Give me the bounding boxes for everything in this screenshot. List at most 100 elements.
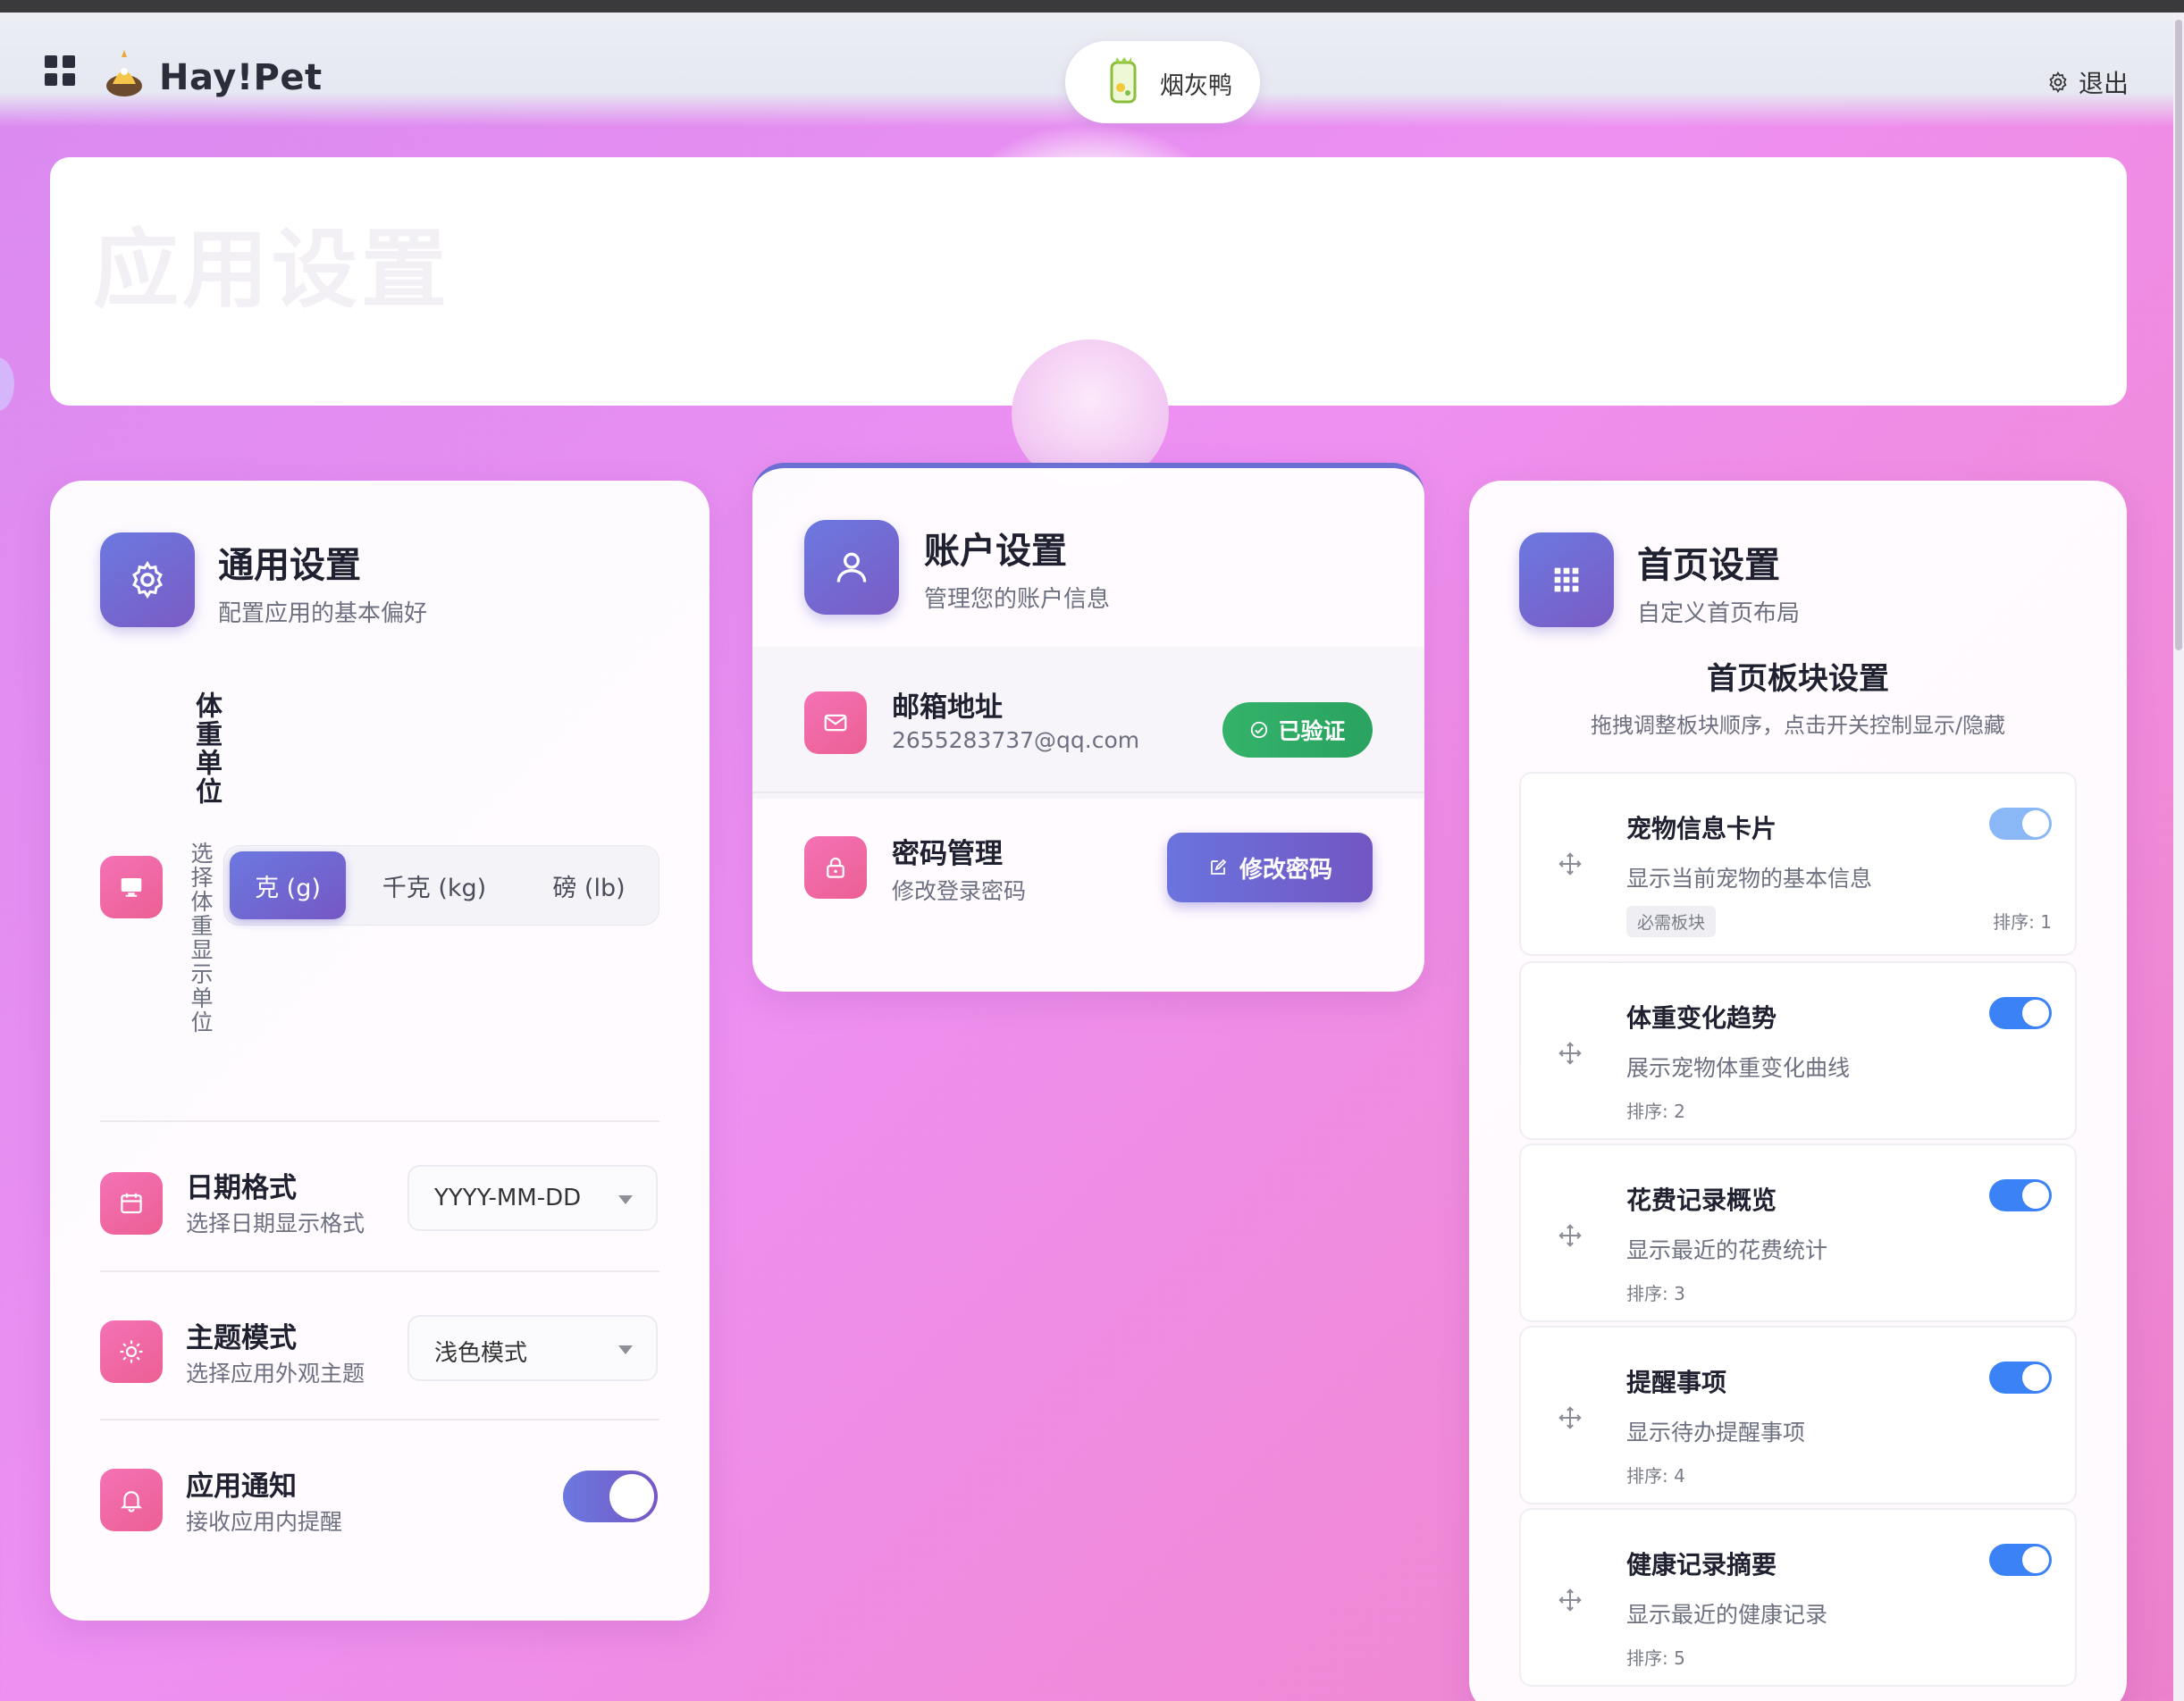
block-visibility-toggle[interactable]	[1989, 1544, 2052, 1576]
block-order: 排序: 5	[1626, 1647, 1685, 1669]
home-block-item[interactable]: 花费记录概览 显示最近的花费统计 排序: 3	[1519, 1144, 2077, 1322]
calendar-icon	[100, 1172, 163, 1235]
account-subtitle: 管理您的账户信息	[924, 586, 1111, 613]
email-value: 2655283737@qq.com	[892, 727, 1140, 753]
block-name: 提醒事项	[1626, 1368, 1727, 1397]
logout-label: 退出	[2079, 69, 2129, 98]
required-tag: 必需板块	[1626, 906, 1717, 937]
chevron-down-icon	[618, 1345, 633, 1354]
theme-label: 主题模式	[186, 1322, 297, 1354]
blocks-section-title: 首页板块设置	[1707, 661, 1889, 697]
notify-toggle[interactable]	[563, 1471, 658, 1522]
settings-gear-icon	[100, 532, 195, 627]
weight-unit-desc: 选择体重显示单位	[188, 842, 214, 1035]
scrollbar-thumb[interactable]	[2175, 20, 2182, 650]
general-subtitle: 配置应用的基本偏好	[218, 600, 428, 627]
email-row: 邮箱地址 2655283737@qq.com 已验证	[752, 647, 1424, 799]
block-desc: 显示最近的健康记录	[1626, 1602, 1828, 1628]
home-block-item[interactable]: 提醒事项 显示待办提醒事项 排序: 4	[1519, 1326, 2077, 1504]
bell-icon	[100, 1469, 163, 1531]
theme-value: 浅色模式	[434, 1340, 528, 1367]
block-visibility-toggle[interactable]	[1989, 1179, 2052, 1211]
logout-button[interactable]: 退出	[2046, 66, 2129, 98]
divider	[100, 1120, 659, 1122]
divider	[100, 1270, 659, 1272]
block-name: 花费记录概览	[1626, 1186, 1777, 1215]
home-settings-card: 首页设置 自定义首页布局 首页板块设置 拖拽调整板块顺序，点击开关控制显示/隐藏…	[1469, 481, 2127, 1701]
drag-handle-icon[interactable]	[1557, 1587, 1583, 1613]
change-password-button[interactable]: 修改密码	[1167, 833, 1373, 902]
account-title: 账户设置	[924, 531, 1067, 572]
pet-name: 烟灰鸭	[1160, 72, 1232, 100]
block-desc: 展示宠物体重变化曲线	[1626, 1055, 1851, 1081]
block-visibility-toggle[interactable]	[1989, 808, 2052, 840]
unit-option-kg[interactable]: 千克 (kg)	[358, 851, 510, 919]
block-visibility-toggle[interactable]	[1989, 1362, 2052, 1394]
drag-handle-icon[interactable]	[1557, 850, 1583, 877]
block-name: 体重变化趋势	[1626, 1003, 1777, 1033]
notify-desc: 接收应用内提醒	[186, 1509, 343, 1535]
verified-label: 已验证	[1278, 718, 1346, 744]
block-desc: 显示待办提醒事项	[1626, 1420, 1806, 1445]
drag-handle-icon[interactable]	[1557, 1404, 1583, 1431]
drag-handle-icon[interactable]	[1557, 1222, 1583, 1249]
mail-icon	[804, 691, 867, 754]
theme-select[interactable]: 浅色模式	[407, 1315, 658, 1381]
apps-grid-icon[interactable]	[45, 55, 75, 86]
page-scrollbar[interactable]	[2173, 13, 2184, 1701]
lock-icon	[804, 836, 867, 899]
window-top-bar	[0, 0, 2184, 13]
user-icon	[804, 520, 899, 615]
date-format-value: YYYY-MM-DD	[434, 1185, 582, 1211]
password-row: 密码管理 修改登录密码 修改密码	[752, 790, 1424, 942]
blocks-section-desc: 拖拽调整板块顺序，点击开关控制显示/隐藏	[1590, 713, 2006, 738]
drag-handle-icon[interactable]	[1557, 1040, 1583, 1067]
change-password-label: 修改密码	[1239, 856, 1332, 884]
brand-name[interactable]: Hay!Pet	[159, 57, 323, 98]
toggle-knob	[609, 1474, 654, 1519]
block-visibility-toggle[interactable]	[1989, 997, 2052, 1029]
block-order: 排序: 3	[1626, 1283, 1685, 1304]
sun-icon	[100, 1320, 163, 1383]
theme-desc: 选择应用外观主题	[186, 1361, 365, 1387]
block-order: 排序: 2	[1626, 1101, 1685, 1122]
date-format-desc: 选择日期显示格式	[186, 1211, 365, 1236]
weight-unit-segmented-control: 克 (g) 千克 (kg) 磅 (lb)	[223, 845, 659, 926]
decorative-glow	[956, 125, 1224, 304]
block-name: 宠物信息卡片	[1626, 814, 1777, 843]
block-desc: 显示最近的花费统计	[1626, 1237, 1828, 1263]
block-name: 健康记录摘要	[1626, 1550, 1777, 1580]
home-subtitle: 自定义首页布局	[1637, 600, 1801, 627]
general-settings-card: 通用设置 配置应用的基本偏好 体重单位 选择体重显示单位 克 (g) 千克 (k…	[50, 481, 710, 1621]
notify-label: 应用通知	[186, 1471, 297, 1503]
pet-avatar-icon	[1110, 57, 1137, 104]
email-label: 邮箱地址	[892, 691, 1003, 724]
block-order: 排序: 4	[1626, 1465, 1685, 1487]
monitor-icon	[100, 856, 163, 918]
block-desc: 显示当前宠物的基本信息	[1626, 866, 1873, 892]
chevron-down-icon	[618, 1195, 633, 1204]
date-format-select[interactable]: YYYY-MM-DD	[407, 1165, 658, 1231]
divider	[100, 1419, 659, 1420]
app-header: Hay!Pet 烟灰鸭 退出	[0, 13, 2173, 127]
gear-icon	[2049, 71, 2067, 93]
password-label: 密码管理	[892, 838, 1003, 870]
decorative-bubble	[0, 357, 14, 411]
page-title: 应用设置	[93, 220, 450, 320]
block-order: 排序: 1	[1993, 911, 2052, 933]
home-block-item[interactable]: 健康记录摘要 显示最近的健康记录 排序: 5	[1519, 1508, 2077, 1687]
general-title: 通用设置	[218, 545, 361, 586]
pet-selector[interactable]: 烟灰鸭	[1065, 41, 1260, 123]
date-format-label: 日期格式	[186, 1172, 297, 1204]
home-title: 首页设置	[1637, 545, 1780, 586]
bird-logo-icon	[106, 50, 142, 96]
weight-unit-label: 体重单位	[190, 691, 222, 806]
home-block-item[interactable]: 体重变化趋势 展示宠物体重变化曲线 排序: 2	[1519, 961, 2077, 1140]
apps-grid-icon	[1519, 532, 1614, 627]
unit-option-g[interactable]: 克 (g)	[230, 851, 346, 919]
password-desc: 修改登录密码	[892, 878, 1027, 904]
unit-option-lb[interactable]: 磅 (lb)	[523, 851, 655, 919]
verified-badge: 已验证	[1222, 702, 1373, 758]
check-circle-icon	[1251, 721, 1268, 739]
home-block-item[interactable]: 宠物信息卡片 显示当前宠物的基本信息 必需板块 排序: 1	[1519, 772, 2077, 956]
